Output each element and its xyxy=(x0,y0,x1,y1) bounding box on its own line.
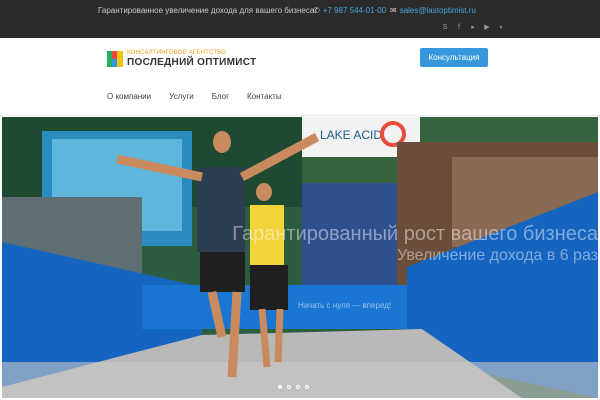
logo[interactable]: КОНСАЛТИНГОВОЕ АГЕНТСТВО ПОСЛЕДНИЙ ОПТИМ… xyxy=(107,50,256,68)
vimeo-icon[interactable]: ▸ xyxy=(469,24,477,32)
email-link[interactable]: ✉ sales@lastoptimist.ru xyxy=(390,6,476,15)
slider-dot[interactable] xyxy=(305,385,309,389)
nav-item-blog[interactable]: Блог xyxy=(212,92,229,101)
facebook-icon[interactable]: f xyxy=(455,24,463,32)
phone-link[interactable]: ✆ +7 987 544-01-00 xyxy=(313,6,386,15)
hero-headline: Гарантированный рост вашего бизнеса xyxy=(232,223,598,245)
rss-icon[interactable]: ◗ xyxy=(497,24,505,32)
hero-caption-small: Начать с нуля — вперед! xyxy=(298,301,392,310)
slider-dot[interactable] xyxy=(296,385,300,389)
hero-subheadline: Увеличение дохода в 6 раз xyxy=(397,247,598,264)
tagline: Гарантированное увеличение дохода для ва… xyxy=(98,6,317,15)
slider-pagination xyxy=(278,385,309,389)
skype-icon[interactable]: S xyxy=(441,24,449,32)
nav-item-contacts[interactable]: Контакты xyxy=(247,92,282,101)
envelope-icon: ✉ xyxy=(390,6,397,15)
nav-item-about[interactable]: О компании xyxy=(107,92,151,101)
logo-title: ПОСЛЕДНИЙ ОПТИМИСТ xyxy=(127,57,257,68)
youtube-icon[interactable]: ▶ xyxy=(483,24,491,32)
logo-subtitle: КОНСАЛТИНГОВОЕ АГЕНТСТВО xyxy=(127,50,227,56)
slider-dot[interactable] xyxy=(287,385,291,389)
social-links: S f ▸ ▶ ◗ xyxy=(441,24,505,32)
main-nav: О компании Услуги Блог Контакты xyxy=(107,92,300,101)
nav-item-services[interactable]: Услуги xyxy=(169,92,194,101)
site-header: КОНСАЛТИНГОВОЕ АГЕНТСТВО ПОСЛЕДНИЙ ОПТИМ… xyxy=(0,38,600,116)
hero-caption: Гарантированный рост вашего бизнеса Увел… xyxy=(2,117,598,398)
consultation-button[interactable]: Консультация xyxy=(420,48,488,67)
phone-number[interactable]: +7 987 544-01-00 xyxy=(323,6,386,15)
email-address[interactable]: sales@lastoptimist.ru xyxy=(400,6,476,15)
top-bar: Гарантированное увеличение дохода для ва… xyxy=(0,0,600,38)
phone-icon: ✆ xyxy=(313,6,320,15)
slider-dot[interactable] xyxy=(278,385,282,389)
hero-slider[interactable]: LAKE ACID Гарантированный рост вашего би… xyxy=(2,117,598,398)
logo-mark-icon xyxy=(107,51,123,67)
